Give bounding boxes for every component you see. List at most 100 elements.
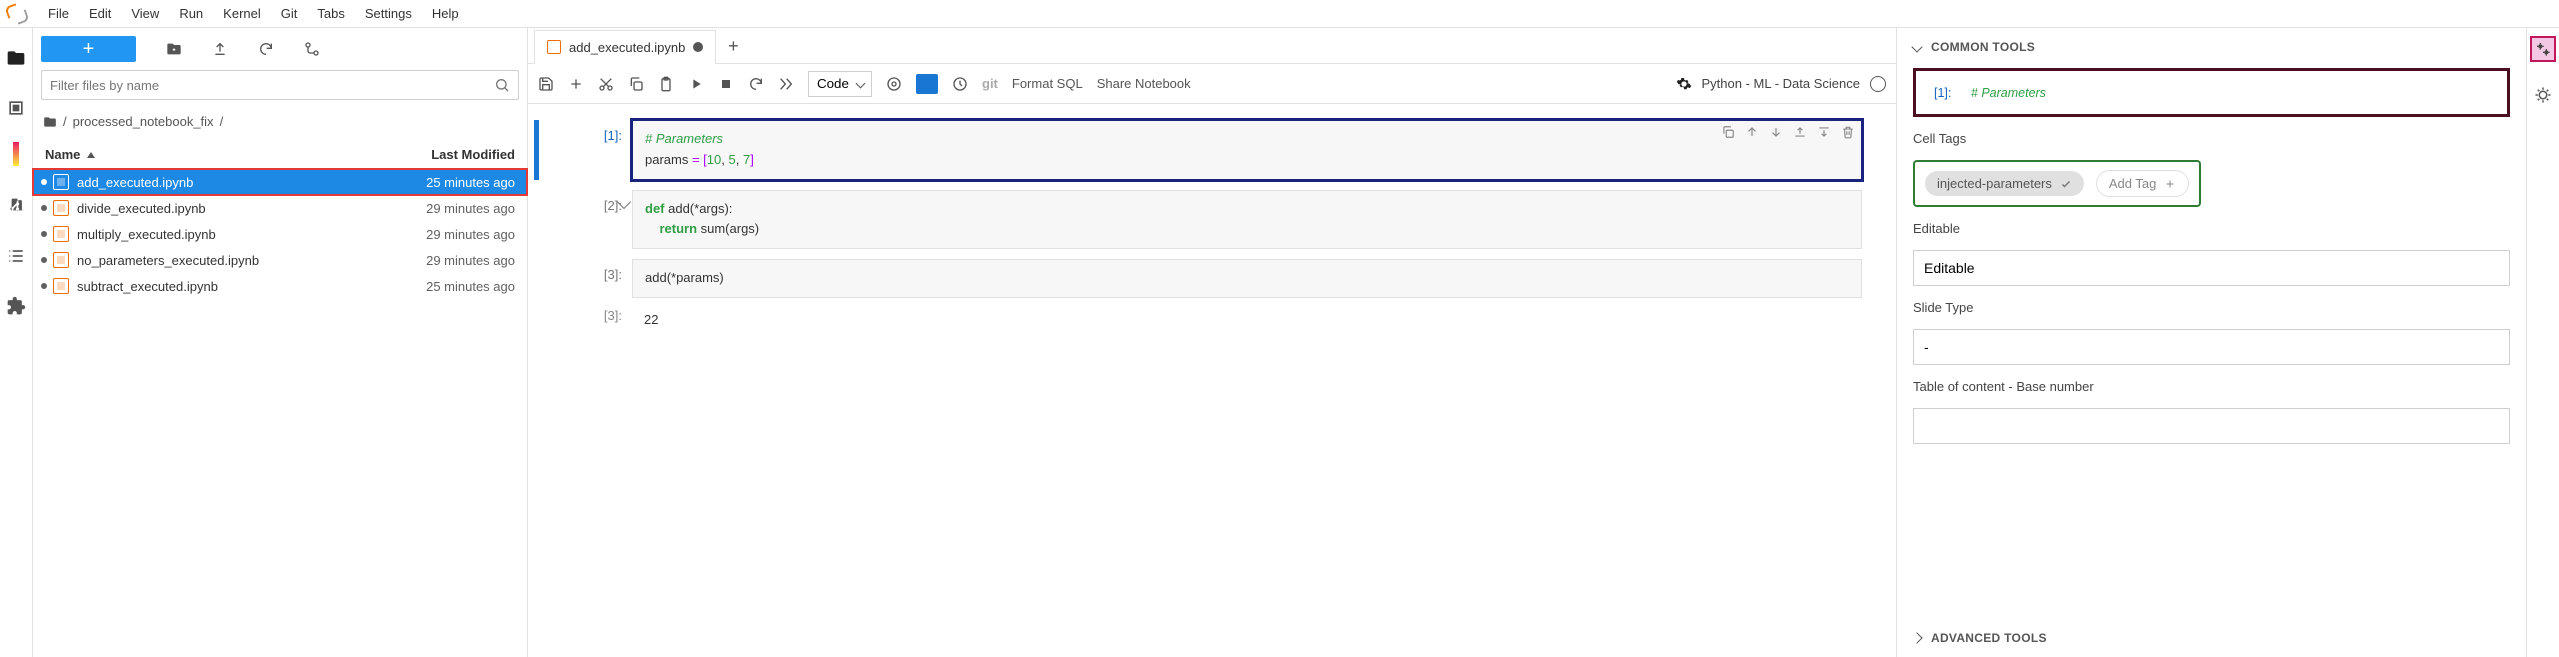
file-row[interactable]: no_parameters_executed.ipynb 29 minutes …: [33, 247, 527, 273]
file-row[interactable]: multiply_executed.ipynb 29 minutes ago: [33, 221, 527, 247]
share-notebook-button[interactable]: Share Notebook: [1097, 76, 1191, 91]
breadcrumb-folder[interactable]: processed_notebook_fix: [73, 114, 214, 129]
cut-icon[interactable]: [598, 76, 614, 92]
menu-git[interactable]: Git: [271, 2, 308, 25]
variable-inspector-icon[interactable]: [886, 76, 902, 92]
advanced-tools-header[interactable]: ADVANCED TOOLS: [1913, 631, 2510, 645]
insert-above-icon[interactable]: [1793, 125, 1807, 139]
move-down-icon[interactable]: [1769, 125, 1783, 139]
tag-chip[interactable]: injected-parameters: [1925, 171, 2084, 196]
file-row[interactable]: subtract_executed.ipynb 25 minutes ago: [33, 273, 527, 299]
extension-icon[interactable]: [6, 296, 26, 316]
new-tab-button[interactable]: +: [716, 29, 750, 63]
debug-icon[interactable]: [2534, 86, 2552, 104]
status-dot-icon: [41, 283, 47, 289]
file-name: subtract_executed.ipynb: [77, 279, 426, 294]
chevron-down-icon: [1911, 41, 1922, 52]
slide-type-input[interactable]: [1913, 329, 2510, 365]
file-modified: 29 minutes ago: [426, 253, 515, 268]
cell-tags-label: Cell Tags: [1913, 131, 2510, 146]
notebook-area: add_executed.ipynb + Code git Format SQL…: [528, 28, 1896, 657]
file-row[interactable]: add_executed.ipynb 25 minutes ago: [33, 169, 527, 195]
clock-icon[interactable]: [952, 76, 968, 92]
copy-icon[interactable]: [628, 76, 644, 92]
cell-editor[interactable]: def add(*args): return sum(args): [632, 190, 1862, 250]
file-filter[interactable]: [41, 70, 519, 100]
column-modified[interactable]: Last Modified: [431, 147, 515, 162]
status-dot-icon: [41, 257, 47, 263]
file-modified: 25 minutes ago: [426, 279, 515, 294]
interrupt-icon[interactable]: [718, 76, 734, 92]
render-icon[interactable]: [916, 74, 938, 94]
gears-icon: [2535, 41, 2551, 57]
move-up-icon[interactable]: [1745, 125, 1759, 139]
file-name: add_executed.ipynb: [77, 175, 426, 190]
kernel-name[interactable]: Python - ML - Data Science: [1702, 76, 1860, 91]
file-list-header: Name Last Modified: [33, 141, 527, 169]
file-filter-input[interactable]: [50, 78, 494, 93]
preview-prompt: [1]:: [1934, 86, 1951, 100]
restart-run-all-icon[interactable]: [778, 76, 794, 92]
toc-base-input[interactable]: [1913, 408, 2510, 444]
file-row[interactable]: divide_executed.ipynb 29 minutes ago: [33, 195, 527, 221]
folder-icon[interactable]: [6, 48, 26, 68]
side-decoration-icon: [13, 142, 19, 166]
insert-cell-icon[interactable]: [568, 76, 584, 92]
property-inspector-button[interactable]: [2530, 36, 2556, 62]
tag-text: injected-parameters: [1937, 176, 2052, 191]
upload-icon[interactable]: [212, 41, 228, 57]
menu-settings[interactable]: Settings: [355, 2, 422, 25]
cell-preview: [1]: # Parameters: [1913, 68, 2510, 117]
file-name: multiply_executed.ipynb: [77, 227, 426, 242]
notebook-icon: [53, 278, 69, 294]
check-icon: [2060, 178, 2072, 190]
save-icon[interactable]: [538, 76, 554, 92]
insert-below-icon[interactable]: [1817, 125, 1831, 139]
git-toolbar-text[interactable]: git: [982, 76, 998, 91]
status-dot-icon: [41, 179, 47, 185]
slide-type-label: Slide Type: [1913, 300, 2510, 315]
new-folder-icon[interactable]: [166, 41, 182, 57]
column-name[interactable]: Name: [45, 147, 80, 162]
kernel-gear-icon[interactable]: [1676, 76, 1692, 92]
jupyter-logo-icon: [6, 3, 28, 25]
format-sql-button[interactable]: Format SQL: [1012, 76, 1083, 91]
editable-input[interactable]: [1913, 250, 2510, 286]
paste-icon[interactable]: [658, 76, 674, 92]
refresh-icon[interactable]: [258, 41, 274, 57]
menu-help[interactable]: Help: [422, 2, 469, 25]
toc-icon[interactable]: [6, 246, 26, 266]
status-dot-icon: [41, 205, 47, 211]
notebook-icon: [53, 200, 69, 216]
code-cell[interactable]: [1]: # Parameters params = [10, 5, 7]: [562, 120, 1862, 180]
new-launcher-button[interactable]: +: [41, 36, 136, 62]
duplicate-icon[interactable]: [1721, 125, 1735, 139]
cell-type-select[interactable]: Code: [808, 71, 872, 97]
notebook-icon: [547, 40, 561, 54]
file-modified: 25 minutes ago: [426, 175, 515, 190]
right-activity-bar: [2526, 28, 2559, 657]
code-cell[interactable]: [2]: def add(*args): return sum(args): [562, 190, 1862, 250]
menu-tabs[interactable]: Tabs: [307, 2, 354, 25]
menu-file[interactable]: File: [38, 2, 79, 25]
breadcrumb[interactable]: / processed_notebook_fix /: [33, 108, 527, 135]
menu-run[interactable]: Run: [169, 2, 213, 25]
cell-type-select-input[interactable]: Code: [808, 71, 872, 97]
menu-view[interactable]: View: [121, 2, 169, 25]
cell-prompt: [3]:: [562, 259, 632, 282]
git-toolbar-icon[interactable]: [304, 41, 320, 57]
add-tag-button[interactable]: Add Tag: [2096, 170, 2189, 197]
toc-base-label: Table of content - Base number: [1913, 379, 2510, 394]
cell-editor[interactable]: # Parameters params = [10, 5, 7]: [632, 120, 1862, 180]
restart-icon[interactable]: [748, 76, 764, 92]
menu-edit[interactable]: Edit: [79, 2, 121, 25]
common-tools-header[interactable]: COMMON TOOLS: [1913, 40, 2510, 54]
delete-icon[interactable]: [1841, 125, 1855, 139]
menu-kernel[interactable]: Kernel: [213, 2, 271, 25]
code-cell[interactable]: [3]: add(*params): [562, 259, 1862, 298]
run-icon[interactable]: [688, 76, 704, 92]
notebook-tab[interactable]: add_executed.ipynb: [534, 30, 716, 64]
git-icon[interactable]: [6, 196, 26, 216]
running-icon[interactable]: [6, 98, 26, 118]
cell-editor[interactable]: add(*params): [632, 259, 1862, 298]
